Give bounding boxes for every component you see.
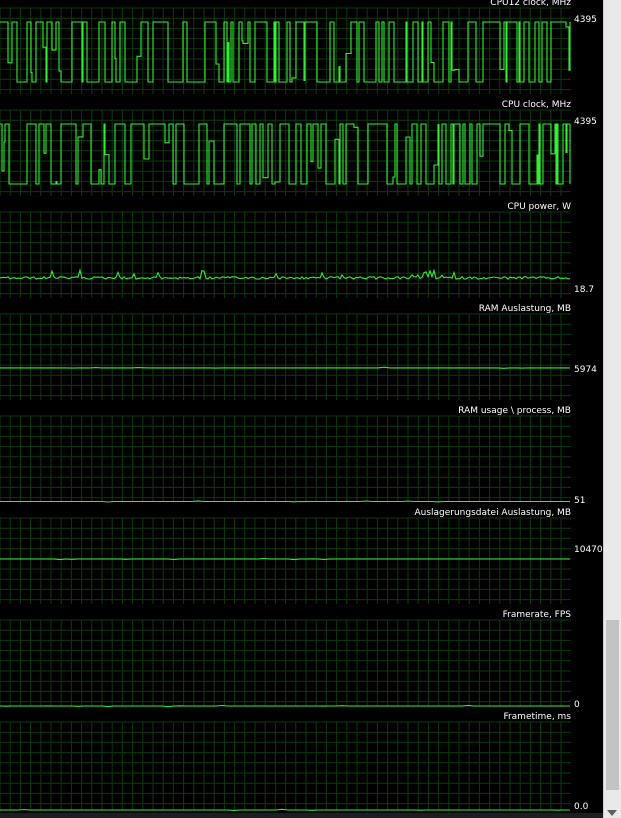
chart-panel-5 — [0, 517, 571, 604]
series-line — [0, 268, 571, 280]
current-value-framerate: 0 — [574, 700, 580, 710]
chart-title-framerate: Framerate, FPS — [502, 610, 571, 620]
chart-panel-2 — [0, 211, 571, 298]
chart-title-auslagerungsdatei: Auslagerungsdatei Auslastung, MB — [414, 508, 571, 518]
bottom-border — [0, 813, 603, 818]
current-value-cpu12-clock: 4395 — [574, 15, 597, 25]
current-value-auslagerungsdatei: 10470 — [574, 545, 603, 555]
chart-panel-3 — [0, 313, 571, 400]
current-value-frametime: 0.0 — [574, 802, 589, 812]
series-line — [0, 366, 570, 369]
chart-title-ram-usage-process: RAM usage \ process, MB — [458, 406, 571, 416]
chart-title-cpu-clock: CPU clock, MHz — [501, 100, 571, 110]
chart-title-frametime: Frametime, ms — [503, 712, 571, 722]
scroll-down-arrow-icon[interactable] — [607, 810, 617, 816]
series-line — [0, 808, 570, 811]
hardware-monitor-graphs: CPU12 clock, MHz 4395 CPU clock, MHz 439… — [0, 0, 603, 818]
series-line — [0, 704, 570, 708]
current-value-ram-usage-process: 51 — [574, 496, 586, 506]
chart-title-cpu-power: CPU power, W — [507, 202, 571, 212]
current-value-cpu-clock: 4395 — [574, 117, 597, 127]
current-value-cpu-power: 18.7 — [574, 285, 595, 295]
chart-panel-1 — [0, 109, 571, 196]
series-line — [0, 557, 570, 561]
chart-title-cpu12-clock: CPU12 clock, MHz — [490, 0, 571, 8]
chart-panel-7 — [0, 721, 571, 811]
chart-panel-0 — [0, 7, 571, 94]
chart-panel-4 — [0, 415, 571, 503]
chart-panel-6 — [0, 619, 571, 708]
current-value-ram-auslastung: 5974 — [574, 365, 597, 375]
series-line — [0, 123, 571, 185]
vertical-scrollbar[interactable] — [603, 0, 621, 818]
chart-title-ram-auslastung: RAM Auslastung, MB — [478, 304, 571, 314]
series-line — [0, 500, 570, 503]
series-line — [0, 21, 571, 83]
scrollbar-thumb[interactable] — [606, 620, 619, 790]
